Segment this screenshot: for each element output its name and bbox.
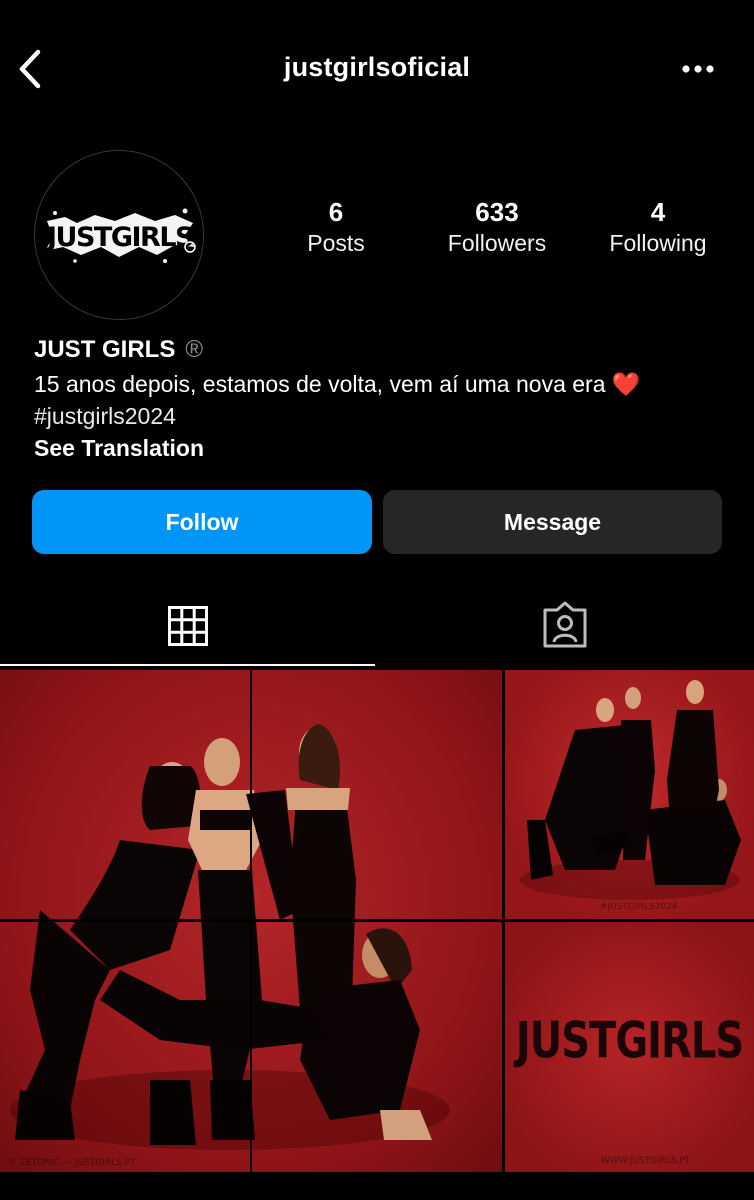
profile-username: justgirlsoficial xyxy=(283,52,471,82)
tab-tagged[interactable] xyxy=(377,586,754,666)
posts-label: Posts xyxy=(307,230,365,256)
post-group-photo-small[interactable]: #JUSTGIRLS2024 xyxy=(505,670,754,919)
follow-button[interactable]: Follow xyxy=(32,490,372,554)
active-tab-indicator xyxy=(0,664,375,666)
group-photo-thumbnail xyxy=(520,680,741,900)
bio-text: 15 anos depois, estamos de volta, vem aí… xyxy=(34,371,606,397)
post-logo[interactable]: JUSTGIRLS WWW.JUSTGIRLS.PT xyxy=(505,922,754,1172)
followers-label: Followers xyxy=(447,230,547,256)
bottom-spacer xyxy=(0,1172,754,1200)
bio-line-1: 15 anos depois, estamos de volta, vem aí… xyxy=(34,368,641,400)
see-translation-link[interactable]: See Translation xyxy=(34,432,204,464)
posts-count: 6 xyxy=(328,197,344,227)
justgirls-logo-text: JUSTGIRLS xyxy=(515,1012,744,1070)
following-count: 4 xyxy=(650,197,666,227)
registered-mark: ® xyxy=(185,336,204,363)
profile-name-row: JUST GIRLS ® xyxy=(34,336,203,364)
photo-credit-watermark: © ZETONIC — JUSTGIRLS.PT xyxy=(8,1158,136,1168)
stat-posts: 6 Posts xyxy=(286,196,386,258)
followers-count: 633 xyxy=(475,197,519,227)
stat-following[interactable]: 4 Following xyxy=(596,196,720,258)
heart-emoji: ❤️ xyxy=(611,371,641,397)
grid-divider-horizontal xyxy=(0,919,502,922)
profile-display-name: JUST GIRLS xyxy=(34,336,176,363)
following-label: Following xyxy=(609,230,707,256)
website-watermark: WWW.JUSTGIRLS.PT xyxy=(601,1156,691,1166)
stat-followers[interactable]: 633 Followers xyxy=(432,196,562,258)
tab-posts-grid[interactable] xyxy=(0,586,377,666)
grid-icon xyxy=(168,606,208,646)
more-options-button[interactable] xyxy=(676,52,720,86)
hashtag-watermark: #JUSTGIRLS2024 xyxy=(600,902,678,912)
tagged-user-icon xyxy=(543,601,587,648)
profile-avatar[interactable]: JUSTGIRLS xyxy=(34,150,204,320)
top-bar: justgirlsoficial xyxy=(0,0,754,140)
bio-hashtag[interactable]: #justgirls2024 xyxy=(34,400,176,432)
more-horizontal-icon xyxy=(682,65,714,73)
svg-text:JUSTGIRLS: JUSTGIRLS xyxy=(45,222,193,253)
justgirls-logo: JUSTGIRLS xyxy=(35,151,203,319)
message-button[interactable]: Message xyxy=(383,490,722,554)
